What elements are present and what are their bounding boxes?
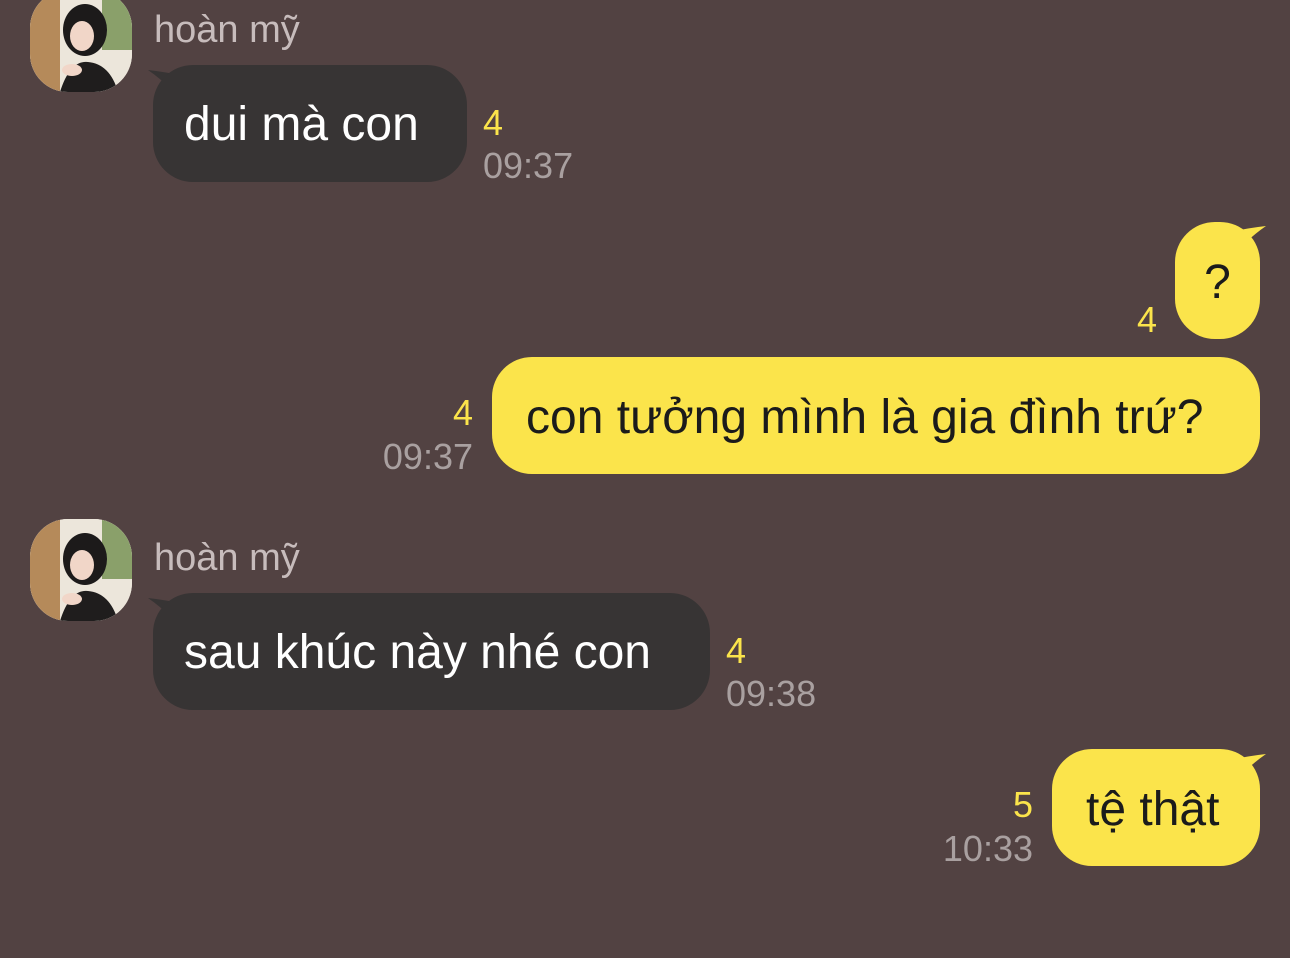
message-text: dui mà con (184, 98, 419, 151)
message-time: 10:33 (942, 828, 1033, 869)
message-bubble-incoming[interactable]: dui mà con (153, 65, 467, 182)
avatar[interactable] (30, 519, 132, 621)
message-text: sau khúc này nhé con (184, 626, 651, 679)
unread-count: 4 (1136, 299, 1157, 340)
message-text: tệ thật (1086, 783, 1220, 836)
message-text: ? (1204, 256, 1231, 309)
sender-name: hoàn mỹ (154, 537, 300, 579)
message-time: 09:37 (382, 436, 473, 477)
message-bubble-outgoing[interactable]: con tưởng mình là gia đình trứ? (492, 357, 1260, 474)
avatar[interactable] (30, 0, 132, 92)
message-text: con tưởng mình là gia đình trứ? (526, 391, 1204, 444)
unread-count: 5 (1012, 784, 1033, 825)
message-bubble-outgoing[interactable]: tệ thật (1052, 749, 1260, 866)
unread-count: 4 (726, 630, 747, 671)
unread-count: 4 (452, 392, 473, 433)
sender-name: hoàn mỹ (154, 9, 300, 51)
message-time: 09:38 (726, 673, 817, 714)
message-bubble-incoming[interactable]: sau khúc này nhé con (153, 593, 710, 710)
unread-count: 4 (483, 102, 504, 143)
message-time: 09:37 (483, 145, 574, 186)
message-bubble-outgoing[interactable]: ? (1175, 222, 1260, 339)
